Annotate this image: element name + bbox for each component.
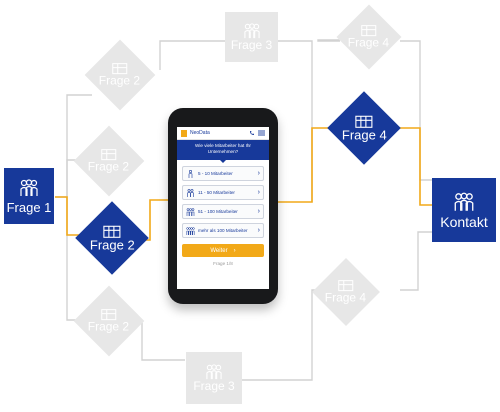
form-icon	[355, 115, 373, 128]
answer-option-label: 51 - 100 Mitarbeiter	[198, 209, 238, 214]
person-icon	[186, 169, 195, 178]
chevron-right-icon: ›	[233, 247, 236, 254]
people-icon	[20, 178, 38, 196]
question-4-label: Frage 4	[348, 35, 390, 50]
question-1-node[interactable]: Frage 1	[4, 168, 54, 224]
form-icon	[103, 225, 121, 238]
question-3-label: Frage 3	[193, 378, 235, 393]
question-banner: Wie viele Mitarbeiter hat Ihr Unternehme…	[177, 140, 269, 163]
people-icon	[454, 192, 474, 211]
question-3-node-inactive[interactable]: Frage 3	[225, 12, 278, 62]
answer-option[interactable]: 5 - 10 Mitarbeiter ›	[182, 166, 264, 181]
progress-counter: Frage 1/8	[213, 261, 233, 266]
question-2-label: Frage 2	[88, 319, 130, 334]
brand-name: NeoData	[190, 130, 210, 136]
chevron-right-icon: ›	[257, 170, 260, 177]
smartphone-mockup: NeoData Wie viele Mitarbeiter hat Ihr Un…	[168, 108, 278, 304]
people-icon	[206, 363, 222, 379]
logo-icon	[181, 129, 187, 137]
answer-option-label: 11 - 50 Mitarbeiter	[198, 190, 235, 195]
contact-label: Kontakt	[440, 213, 488, 230]
people-icon	[243, 22, 260, 38]
phone-screen: NeoData Wie viele Mitarbeiter hat Ihr Un…	[177, 127, 269, 289]
answer-option[interactable]: 51 - 100 Mitarbeiter ›	[182, 204, 264, 219]
chevron-right-icon: ›	[257, 208, 260, 215]
next-button[interactable]: Weiter ›	[182, 244, 264, 257]
chevron-right-icon: ›	[257, 189, 260, 196]
people-icon	[186, 226, 195, 235]
question-2-label: Frage 2	[88, 159, 130, 174]
answer-option[interactable]: mehr als 100 Mitarbeiter ›	[182, 223, 264, 238]
answer-options: 5 - 10 Mitarbeiter › 11 - 50 Mitarbeiter…	[177, 160, 269, 238]
app-header: NeoData	[177, 127, 269, 140]
people-icon	[186, 188, 195, 197]
question-1-label: Frage 1	[6, 199, 52, 215]
next-button-label: Weiter	[210, 247, 228, 254]
answer-option-label: 5 - 10 Mitarbeiter	[198, 171, 233, 176]
chevron-right-icon: ›	[257, 227, 260, 234]
menu-icon[interactable]	[258, 130, 265, 136]
answer-option[interactable]: 11 - 50 Mitarbeiter ›	[182, 185, 264, 200]
contact-node[interactable]: Kontakt	[432, 178, 496, 242]
answer-option-label: mehr als 100 Mitarbeiter	[198, 228, 248, 233]
question-3-node-inactive[interactable]: Frage 3	[186, 352, 242, 404]
people-icon	[186, 207, 195, 216]
question-2-label: Frage 2	[99, 73, 141, 88]
question-3-label: Frage 3	[230, 37, 273, 52]
question-4-label: Frage 4	[325, 290, 367, 305]
phone-icon[interactable]	[249, 130, 255, 136]
question-2-label: Frage 2	[89, 237, 135, 252]
question-4-label: Frage 4	[341, 127, 387, 142]
